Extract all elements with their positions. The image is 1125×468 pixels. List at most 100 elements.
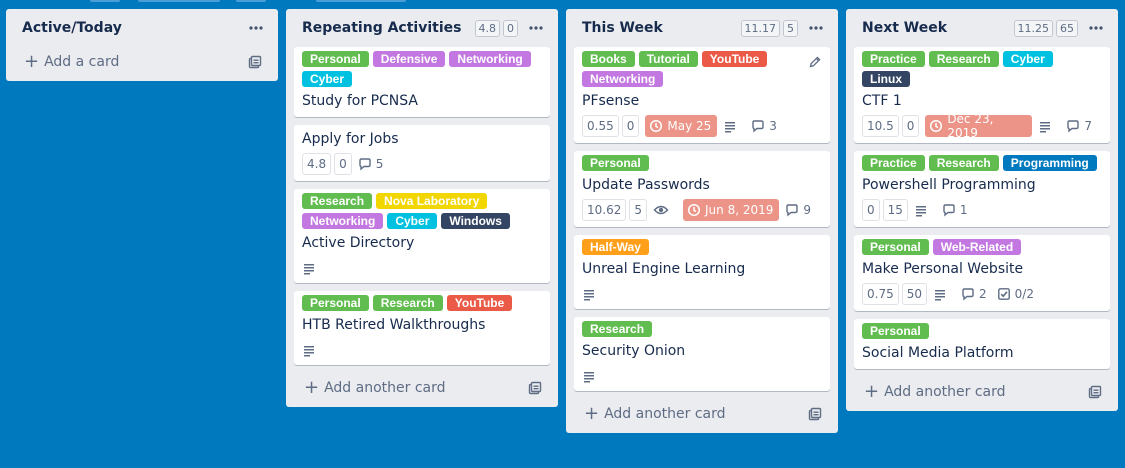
description-badge xyxy=(914,199,932,221)
card-label[interactable]: Cyber xyxy=(302,71,353,87)
description-icon xyxy=(1038,119,1056,133)
card-label[interactable]: YouTube xyxy=(701,51,768,67)
card-label[interactable]: Research xyxy=(372,295,443,311)
card-badges: 4.8 0 5 xyxy=(302,153,542,179)
add-card-button[interactable]: + Add another card xyxy=(854,377,1110,407)
board-header-remnant xyxy=(236,0,266,2)
card-label[interactable]: Networking xyxy=(302,213,384,229)
card-label[interactable]: Personal xyxy=(862,323,929,339)
create-from-template-button[interactable] xyxy=(248,55,262,69)
comments-badge: 7 xyxy=(1066,115,1092,137)
card[interactable]: Research Nova Laboratory Networking Cyber Wi… xyxy=(294,189,550,283)
card-title: Social Media Platform xyxy=(862,345,1014,361)
checklist-count: 0/2 xyxy=(1014,287,1034,301)
due-date-badge[interactable]: Jun 8, 2019 xyxy=(683,199,780,221)
card[interactable]: Practice Research Cyber Linux CTF 1 10.5 0 Dec … xyxy=(854,47,1110,143)
card[interactable]: Personal Update Passwords 10.62 5 Jun 8, 201… xyxy=(574,151,830,227)
card-template-icon xyxy=(248,55,262,69)
card-label[interactable]: Books xyxy=(582,51,635,67)
comment-icon xyxy=(942,203,960,217)
card-template-icon xyxy=(808,407,822,421)
watching-badge xyxy=(653,199,673,221)
card-labels: Practice Research Programming xyxy=(862,155,1102,175)
card-label[interactable]: Cyber xyxy=(387,213,438,229)
list-menu-button[interactable] xyxy=(1088,20,1104,36)
card-title: PFsense xyxy=(582,93,640,109)
points-badge: 10.62 xyxy=(582,199,627,221)
list-title[interactable]: Next Week xyxy=(862,20,1011,36)
card-badges: 10.62 5 Jun 8, 2019 9 xyxy=(582,199,822,225)
list-title[interactable]: This Week xyxy=(582,20,738,36)
due-date-badge[interactable]: Dec 23, 2019 xyxy=(925,112,1033,140)
ellipsis-icon xyxy=(808,20,824,36)
ellipsis-icon xyxy=(1088,20,1104,36)
card[interactable]: Half-Way Unreal Engine Learning xyxy=(574,235,830,309)
card-badges: 0.75 50 2 0/2 xyxy=(862,283,1102,309)
card-label[interactable]: Linux xyxy=(862,71,910,87)
list-title[interactable]: Repeating Activities xyxy=(302,20,472,36)
card-label[interactable]: Cyber xyxy=(1002,51,1053,67)
card-label[interactable]: Networking xyxy=(582,71,664,87)
description-badge xyxy=(582,367,822,385)
list-count-badge: 65 xyxy=(1056,19,1078,37)
card[interactable]: Personal Social Media Platform xyxy=(854,319,1110,369)
points-badge: 50 xyxy=(901,283,927,305)
add-card-button[interactable]: + Add another card xyxy=(294,373,550,403)
card[interactable]: Research Security Onion xyxy=(574,317,830,391)
card-label[interactable]: Half-Way xyxy=(582,239,649,255)
list-next-week: Next Week 11.25 65 Practice Research Cyber Lin… xyxy=(846,9,1118,411)
card-label[interactable]: Networking xyxy=(449,51,531,67)
description-icon xyxy=(302,343,316,357)
list-menu-button[interactable] xyxy=(808,20,824,36)
card-label[interactable]: Research xyxy=(582,321,653,337)
card[interactable]: Books Tutorial YouTube Networking PFsense 0.5… xyxy=(574,47,830,143)
card-label[interactable]: Defensive xyxy=(372,51,446,67)
card-label[interactable]: Practice xyxy=(862,155,925,171)
comments-badge: 9 xyxy=(785,199,811,221)
card-label[interactable]: Personal xyxy=(862,239,929,255)
card-title: Security Onion xyxy=(582,343,686,359)
card[interactable]: Apply for Jobs 4.8 0 5 xyxy=(294,125,550,181)
card[interactable]: Practice Research Programming Powershell Pr… xyxy=(854,151,1110,227)
description-badge xyxy=(302,259,542,277)
card-label[interactable]: Personal xyxy=(302,51,369,67)
board-header-remnant xyxy=(138,0,220,2)
list-menu-button[interactable] xyxy=(248,20,264,36)
card-badges: 10.5 0 Dec 23, 2019 7 xyxy=(862,112,1102,141)
card-label[interactable]: YouTube xyxy=(446,295,513,311)
comments-count: 3 xyxy=(769,119,777,133)
comments-count: 2 xyxy=(979,287,987,301)
card-label[interactable]: Personal xyxy=(582,155,649,171)
plus-icon: + xyxy=(24,51,40,72)
add-card-button[interactable]: + Add another card xyxy=(574,399,830,429)
clock-icon xyxy=(649,119,667,133)
create-from-template-button[interactable] xyxy=(808,407,822,421)
comments-badge: 5 xyxy=(358,153,383,175)
list-repeating-activities: Repeating Activities 4.8 0 Personal Defensiv… xyxy=(286,9,558,407)
list-title[interactable]: Active/Today xyxy=(22,20,238,36)
card[interactable]: Personal Research YouTube HTB Retired Walkt… xyxy=(294,291,550,365)
card-label[interactable]: Research xyxy=(928,155,999,171)
card-label[interactable]: Web-Related xyxy=(932,239,1022,255)
create-from-template-button[interactable] xyxy=(1088,385,1102,399)
card-label[interactable]: Windows xyxy=(441,213,510,229)
card[interactable]: Personal Defensive Networking Cyber Study fo… xyxy=(294,47,550,117)
comment-icon xyxy=(961,287,979,301)
add-card-button[interactable]: + Add a card xyxy=(14,47,270,77)
checklist-badge: 0/2 xyxy=(997,283,1034,305)
list-menu-button[interactable] xyxy=(528,20,544,36)
list-count-badge: 11.17 xyxy=(740,19,780,37)
due-date-text: Dec 23, 2019 xyxy=(947,112,994,140)
card-label[interactable]: Tutorial xyxy=(638,51,698,67)
card-label[interactable]: Research xyxy=(928,51,999,67)
card-label[interactable]: Personal xyxy=(302,295,369,311)
card-label[interactable]: Practice xyxy=(862,51,925,67)
edit-card-button[interactable] xyxy=(808,55,822,69)
card[interactable]: Personal Web-Related Make Personal Website… xyxy=(854,235,1110,311)
due-date-badge[interactable]: May 25 xyxy=(645,115,718,137)
card-title: Apply for Jobs xyxy=(302,131,399,147)
card-label[interactable]: Research xyxy=(302,193,373,209)
create-from-template-button[interactable] xyxy=(528,381,542,395)
card-label[interactable]: Nova Laboratory xyxy=(376,193,488,209)
card-label[interactable]: Programming xyxy=(1002,155,1097,171)
